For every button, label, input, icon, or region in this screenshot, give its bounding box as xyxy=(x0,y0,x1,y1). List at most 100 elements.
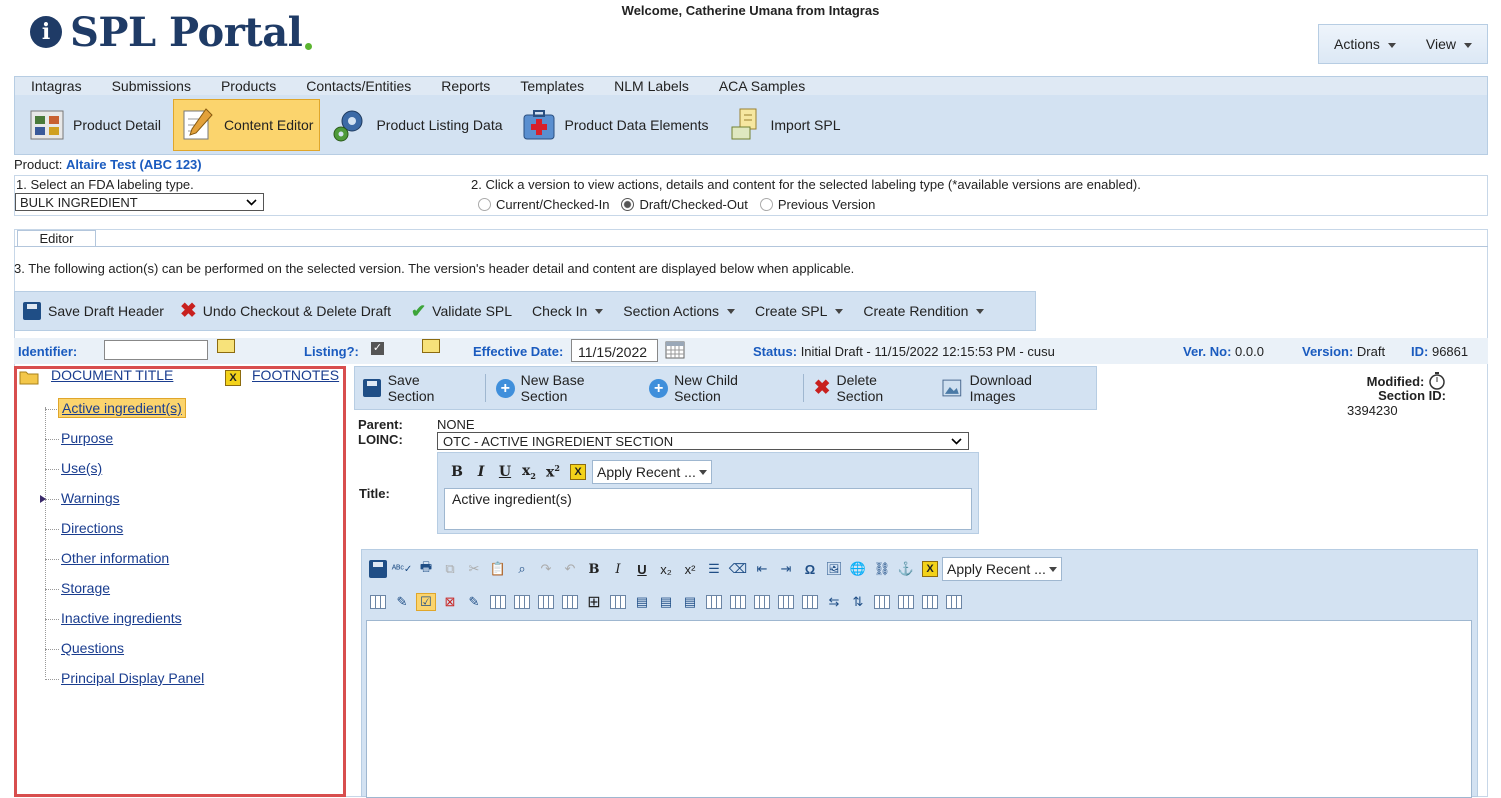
nav-templates[interactable]: Templates xyxy=(520,78,584,94)
calendar-icon[interactable] xyxy=(665,341,685,359)
subnav-content-editor[interactable]: Content Editor xyxy=(172,98,321,151)
no-borders-icon[interactable] xyxy=(608,593,628,611)
subnav-import-spl[interactable]: Import SPL xyxy=(720,99,846,151)
table-footer-icon[interactable] xyxy=(920,593,940,611)
loinc-select[interactable]: OTC - ACTIVE INGREDIENT SECTION xyxy=(437,432,969,450)
redo-icon[interactable]: ↷ xyxy=(536,560,556,578)
radio-current[interactable]: Current/Checked-In xyxy=(478,197,609,212)
align-left-icon[interactable]: ▤ xyxy=(632,593,652,611)
subnav-product-listing-data[interactable]: Product Listing Data xyxy=(326,99,508,151)
title-apply-recent-select[interactable]: Apply Recent ... xyxy=(592,460,712,484)
cut-icon[interactable]: ✂ xyxy=(464,560,484,578)
close-icon[interactable]: X xyxy=(225,370,241,386)
create-spl-menu[interactable]: Create SPL xyxy=(755,303,844,319)
bullet-list-icon[interactable]: ☰ xyxy=(704,560,724,578)
superscript-button[interactable]: x2 xyxy=(542,463,564,481)
delete-row-icon[interactable] xyxy=(800,593,820,611)
tree-item-storage[interactable]: Storage xyxy=(61,580,110,596)
nav-submissions[interactable]: Submissions xyxy=(112,78,191,94)
cell-properties-icon[interactable]: ✎ xyxy=(464,593,484,611)
special-char-icon[interactable]: Ω xyxy=(800,560,820,578)
validate-spl-button[interactable]: ✔ Validate SPL xyxy=(411,301,512,322)
subnav-product-data-elements[interactable]: Product Data Elements xyxy=(515,99,715,151)
table-header-icon[interactable] xyxy=(896,593,916,611)
copy-icon[interactable]: ⧉ xyxy=(440,560,460,578)
tree-item-inactive-ingredients[interactable]: Inactive ingredients xyxy=(61,610,182,626)
radio-button[interactable] xyxy=(621,198,635,211)
save-icon[interactable] xyxy=(368,560,388,578)
clear-format-icon[interactable]: X xyxy=(922,561,938,577)
tree-item-uses[interactable]: Use(s) xyxy=(61,460,102,476)
radio-button[interactable] xyxy=(478,198,491,211)
insert-table-icon[interactable] xyxy=(368,593,388,611)
cell-border-icon[interactable] xyxy=(560,593,580,611)
note-icon[interactable] xyxy=(421,339,440,353)
find-icon[interactable]: ⌕ xyxy=(512,560,532,578)
tree-item-active-ingredients[interactable]: Active ingredient(s) xyxy=(58,398,186,418)
radio-previous[interactable]: Previous Version xyxy=(759,197,875,212)
content-apply-recent-select[interactable]: Apply Recent ... xyxy=(942,557,1062,581)
tab-editor[interactable]: Editor xyxy=(17,230,96,247)
section-actions-menu[interactable]: Section Actions xyxy=(623,303,736,319)
underline-button[interactable]: U xyxy=(632,560,652,578)
insert-row-above-icon[interactable] xyxy=(752,593,772,611)
title-input[interactable]: Active ingredient(s) xyxy=(444,488,972,530)
subnav-product-detail[interactable]: Product Detail xyxy=(23,99,167,151)
check-in-menu[interactable]: Check In xyxy=(532,303,604,319)
spellcheck-icon[interactable]: ᴬᴮᶜ✓ xyxy=(392,560,413,578)
move-column-icon[interactable]: ⇆ xyxy=(824,593,844,611)
move-row-icon[interactable]: ⇅ xyxy=(848,593,868,611)
clear-format-icon[interactable]: X xyxy=(570,464,586,480)
tree-item-other-information[interactable]: Other information xyxy=(61,550,169,566)
link-icon[interactable]: 🌐 xyxy=(848,560,868,578)
insert-image-icon[interactable]: 🖼 xyxy=(824,560,844,578)
paste-icon[interactable]: 📋 xyxy=(488,560,508,578)
effective-date-input[interactable]: 11/15/2022 xyxy=(571,339,658,362)
new-base-section-button[interactable]: + New Base Section xyxy=(495,372,633,404)
italic-button[interactable]: I xyxy=(608,560,628,578)
nav-contacts[interactable]: Contacts/Entities xyxy=(306,78,411,94)
nav-nlm-labels[interactable]: NLM Labels xyxy=(614,78,689,94)
create-rendition-menu[interactable]: Create Rendition xyxy=(863,303,985,319)
tree-item-directions[interactable]: Directions xyxy=(61,520,123,536)
all-borders-icon[interactable]: ⊞ xyxy=(584,593,604,611)
nav-aca-samples[interactable]: ACA Samples xyxy=(719,78,805,94)
nav-products[interactable]: Products xyxy=(221,78,276,94)
delete-column-icon[interactable] xyxy=(872,593,892,611)
subscript-button[interactable]: x₂ xyxy=(656,560,676,578)
delete-section-button[interactable]: ✖ Delete Section xyxy=(814,372,926,404)
expand-arrow-icon[interactable] xyxy=(39,494,47,504)
show-table-borders-icon[interactable]: ☑ xyxy=(416,593,436,611)
actions-menu[interactable]: Actions xyxy=(1334,36,1396,52)
view-menu[interactable]: View xyxy=(1426,36,1472,52)
tree-item-questions[interactable]: Questions xyxy=(61,640,124,656)
delete-table-icon[interactable]: ⊠ xyxy=(440,593,460,611)
download-images-button[interactable]: Download Images xyxy=(942,372,1080,404)
fda-labeling-type-select[interactable]: BULK INGREDIENT xyxy=(15,193,264,211)
italic-button[interactable]: I xyxy=(470,464,492,480)
nav-reports[interactable]: Reports xyxy=(441,78,490,94)
split-cells-icon[interactable] xyxy=(512,593,532,611)
insert-column-left-icon[interactable] xyxy=(704,593,724,611)
new-child-section-button[interactable]: + New Child Section xyxy=(649,372,786,404)
listing-checkbox[interactable]: ✓ xyxy=(371,342,384,355)
save-section-button[interactable]: Save Section xyxy=(363,372,469,404)
outdent-icon[interactable]: ⇤ xyxy=(752,560,772,578)
undo-checkout-button[interactable]: ✖ Undo Checkout & Delete Draft xyxy=(180,301,391,321)
align-center-icon[interactable]: ▤ xyxy=(656,593,676,611)
unlink-icon[interactable]: ⛓ xyxy=(872,560,892,578)
radio-draft[interactable]: Draft/Checked-Out xyxy=(621,197,748,212)
radio-button[interactable] xyxy=(759,198,773,211)
content-editor-body[interactable] xyxy=(366,620,1472,798)
note-icon[interactable] xyxy=(217,339,235,353)
save-draft-header-button[interactable]: Save Draft Header xyxy=(23,302,164,320)
eraser-icon[interactable]: ⌫ xyxy=(728,560,748,578)
align-right-icon[interactable]: ▤ xyxy=(680,593,700,611)
subscript-button[interactable]: x2 xyxy=(518,463,540,481)
merge-cells-icon[interactable] xyxy=(488,593,508,611)
anchor-icon[interactable]: ⚓ xyxy=(896,560,916,578)
table-caption-icon[interactable] xyxy=(944,593,964,611)
identifier-input[interactable] xyxy=(104,340,208,360)
underline-button[interactable]: U xyxy=(494,464,516,480)
superscript-button[interactable]: x² xyxy=(680,560,700,578)
